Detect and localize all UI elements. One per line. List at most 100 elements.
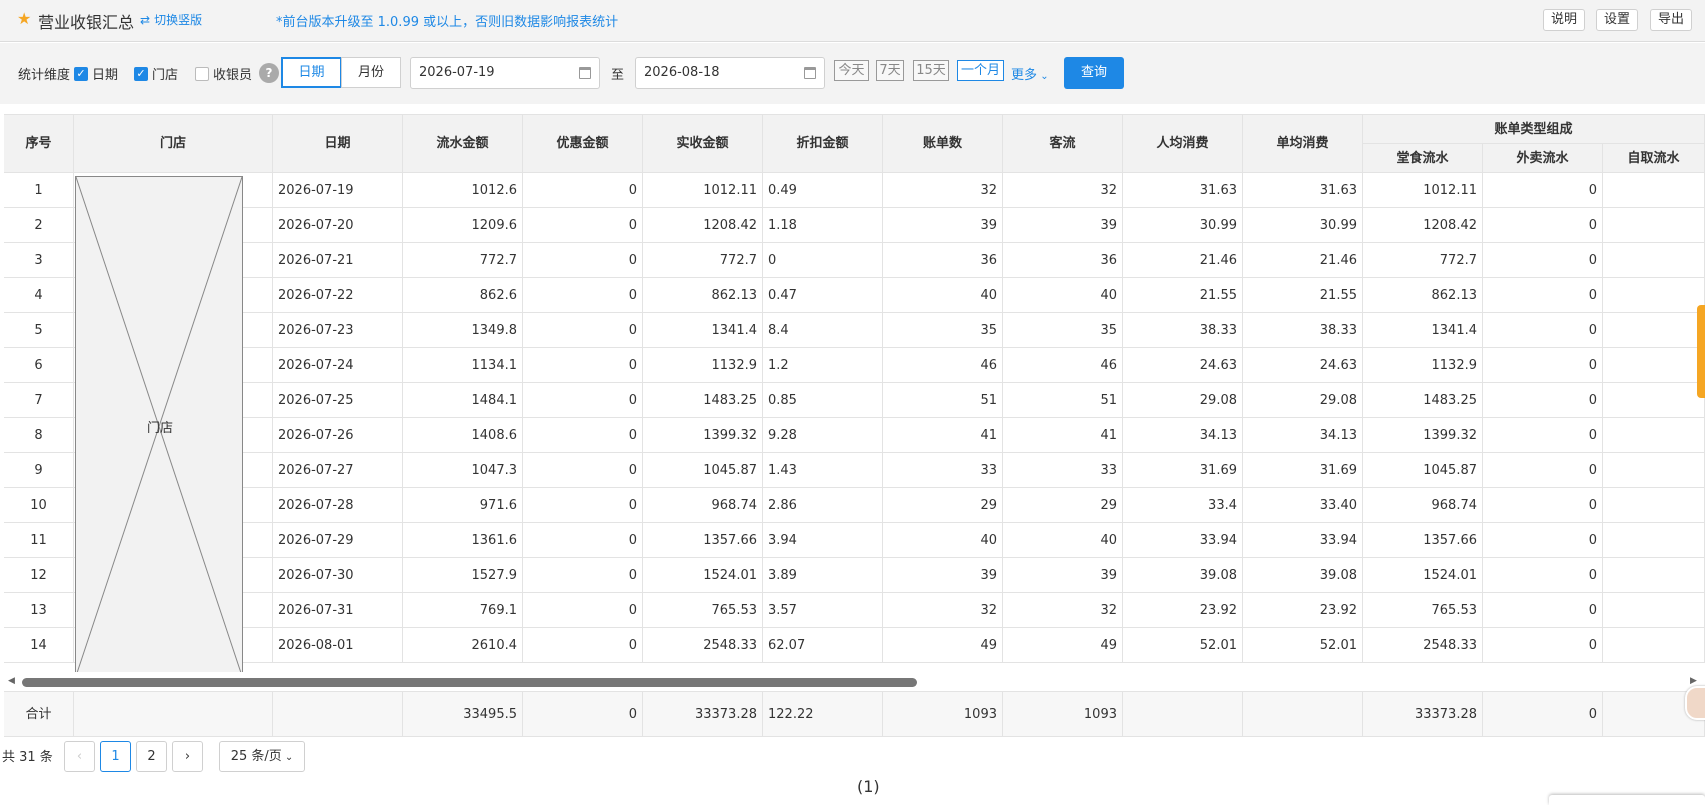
cell-seq: 3 [4,243,74,278]
cell-seq: 11 [4,523,74,558]
cell-pickup [1603,628,1705,663]
cell-per-person: 21.55 [1123,278,1243,313]
cell-seq: 8 [4,418,74,453]
more-dropdown[interactable]: 更多 ⌄ [1011,64,1049,83]
cell-dinein: 2548.33 [1363,628,1483,663]
calendar-icon[interactable] [579,67,591,79]
checkbox-date[interactable]: ✓ 日期 [74,64,118,83]
cell-takeout: 0 [1483,208,1603,243]
checkbox-store-label: 门店 [152,68,179,83]
cell-dinein: 1045.87 [1363,453,1483,488]
checkbox-checked-icon[interactable]: ✓ [134,66,148,81]
page-1-button[interactable]: 1 [100,741,131,772]
range-7days-button[interactable]: 7天 [876,60,904,81]
totals-dinein: 33373.28 [1363,691,1483,737]
cell-bills: 36 [883,243,1003,278]
page-size-select[interactable]: 25 条/页 ⌄ [219,741,305,772]
totals-row: 合计 33495.5 0 33373.28 122.22 1093 1093 3… [4,691,1705,737]
cell-seq: 4 [4,278,74,313]
checkbox-checked-icon[interactable]: ✓ [74,66,88,81]
granularity-day-button[interactable]: 日期 [281,57,342,88]
cell-takeout: 0 [1483,173,1603,208]
calendar-icon[interactable] [804,67,816,79]
totals-date [273,691,403,737]
export-button[interactable]: 导出 [1650,9,1693,31]
help-icon[interactable]: ? [259,63,279,83]
cell-dinein: 1132.9 [1363,348,1483,383]
scroll-right-icon[interactable]: ▶ [1690,676,1697,686]
cell-guests: 41 [1003,418,1123,453]
table-row: 14 2026-08-01 2610.4 0 2548.33 62.07 49 49 52.01… [4,628,1705,663]
cell-guests: 35 [1003,313,1123,348]
cell-gross: 1209.6 [403,208,523,243]
report-table: 序号 门店 日期 流水金额 优惠金额 实收金额 折扣金额 账单数 客流 人均消费… [4,114,1705,676]
cell-seq: 2 [4,208,74,243]
page-title: 营业收银汇总 [38,13,135,32]
granularity-month-button[interactable]: 月份 [341,57,401,88]
cell-received: 1132.9 [643,348,763,383]
date-to-input[interactable]: 2026-08-18 [635,57,825,89]
prev-page-button[interactable]: ‹ [64,741,95,772]
cell-guests: 33 [1003,453,1123,488]
cell-received: 1524.01 [643,558,763,593]
totals-markdown: 122.22 [763,691,883,737]
cell-guests: 32 [1003,593,1123,628]
col-header-bill-type-group: 账单类型组成 [1363,115,1705,144]
cell-gross: 1527.9 [403,558,523,593]
cell-dinein: 862.13 [1363,278,1483,313]
cell-date: 2026-07-31 [273,593,403,628]
query-button[interactable]: 查询 [1064,57,1124,89]
range-15days-button[interactable]: 15天 [913,60,949,81]
range-month-button[interactable]: 一个月 [957,60,1004,81]
cell-seq: 14 [4,628,74,663]
table-row: 5 2026-07-23 1349.8 0 1341.4 8.4 35 35 38.33 38.3… [4,313,1705,348]
cell-pickup [1603,453,1705,488]
cell-per-person: 21.46 [1123,243,1243,278]
cell-markdown: 3.89 [763,558,883,593]
bottom-toolbar[interactable] [1549,795,1705,805]
side-tab-handle[interactable] [1697,305,1705,398]
switch-vertical-link[interactable]: ⇄ 切换竖版 [140,11,202,28]
cell-discount: 0 [523,523,643,558]
cell-guests: 40 [1003,278,1123,313]
star-icon[interactable]: ★ [17,9,31,28]
settings-button[interactable]: 设置 [1596,9,1639,31]
cell-date: 2026-07-23 [273,313,403,348]
cell-received: 2548.33 [643,628,763,663]
totals-label: 合计 [4,691,74,737]
table-row: 8 2026-07-26 1408.6 0 1399.32 9.28 41 41 34.13 34… [4,418,1705,453]
table-row: 7 2026-07-25 1484.1 0 1483.25 0.85 51 51 29.08 29… [4,383,1705,418]
page-2-button[interactable]: 2 [136,741,167,772]
assistant-avatar[interactable] [1685,686,1705,720]
next-page-button[interactable]: › [172,741,203,772]
totals-received: 33373.28 [643,691,763,737]
cell-discount: 0 [523,593,643,628]
checkbox-store[interactable]: ✓ 门店 [134,64,178,83]
cell-bills: 32 [883,173,1003,208]
scrollbar-thumb[interactable] [22,678,917,687]
checkbox-cashier[interactable]: 收银员 [195,64,252,83]
horizontal-scrollbar[interactable]: ◀ ▶ [0,672,1705,692]
table-row: 13 2026-07-31 769.1 0 765.53 3.57 32 32 23.92 23.… [4,593,1705,628]
date-from-input[interactable]: 2026-07-19 [410,57,600,89]
top-bar: ★ 营业收银汇总 ⇄ 切换竖版 *前台版本升级至 1.0.99 或以上，否则旧数据… [0,0,1705,42]
cell-gross: 1047.3 [403,453,523,488]
cell-takeout: 0 [1483,558,1603,593]
cell-markdown: 0 [763,243,883,278]
totals-guests: 1093 [1003,691,1123,737]
cell-markdown: 62.07 [763,628,883,663]
cell-date: 2026-08-01 [273,628,403,663]
chevron-down-icon: ⌄ [281,752,294,763]
cell-pickup [1603,593,1705,628]
cell-markdown: 3.57 [763,593,883,628]
cell-markdown: 2.86 [763,488,883,523]
help-button[interactable]: 说明 [1543,9,1586,31]
cell-date: 2026-07-19 [273,173,403,208]
range-today-button[interactable]: 今天 [834,60,869,81]
checkbox-unchecked-icon[interactable] [195,66,209,81]
scroll-left-icon[interactable]: ◀ [8,676,15,686]
cell-discount: 0 [523,313,643,348]
cell-bills: 29 [883,488,1003,523]
cell-gross: 1484.1 [403,383,523,418]
date-from-value: 2026-07-19 [419,65,495,80]
